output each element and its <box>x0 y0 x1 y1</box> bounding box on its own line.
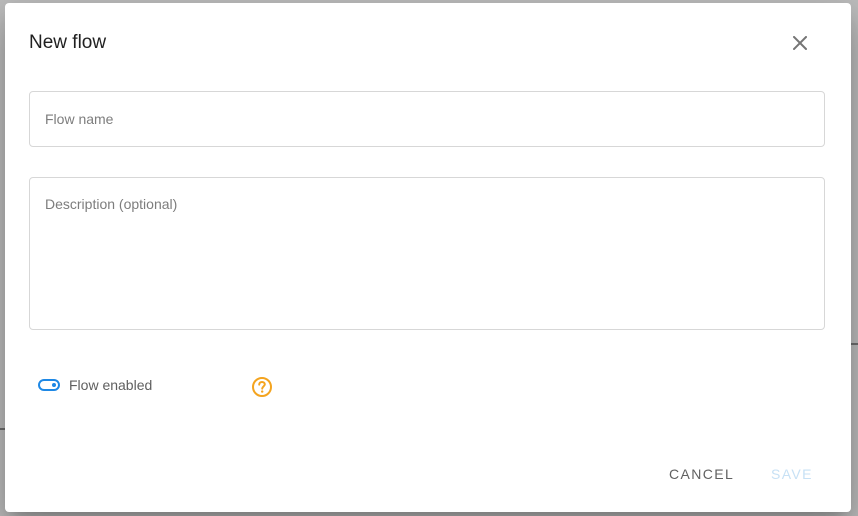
description-field <box>29 177 825 330</box>
help-button[interactable] <box>251 376 273 398</box>
close-icon <box>793 36 807 50</box>
background-divider <box>851 343 858 345</box>
flow-enabled-row: Flow enabled <box>38 377 152 393</box>
flow-enabled-toggle[interactable] <box>38 379 60 391</box>
dialog-title: New flow <box>29 32 107 53</box>
new-flow-dialog: New flow Flow enabled CANCEL SAVE <box>5 3 851 512</box>
description-input[interactable] <box>45 195 809 317</box>
toggle-knob <box>52 383 56 387</box>
cancel-button[interactable]: CANCEL <box>669 466 734 482</box>
close-button[interactable] <box>785 28 815 58</box>
help-circle-icon <box>252 377 272 397</box>
flow-name-input[interactable] <box>45 110 809 128</box>
flow-enabled-label: Flow enabled <box>69 377 153 393</box>
save-button[interactable]: SAVE <box>771 466 813 482</box>
flow-name-field <box>29 91 825 147</box>
